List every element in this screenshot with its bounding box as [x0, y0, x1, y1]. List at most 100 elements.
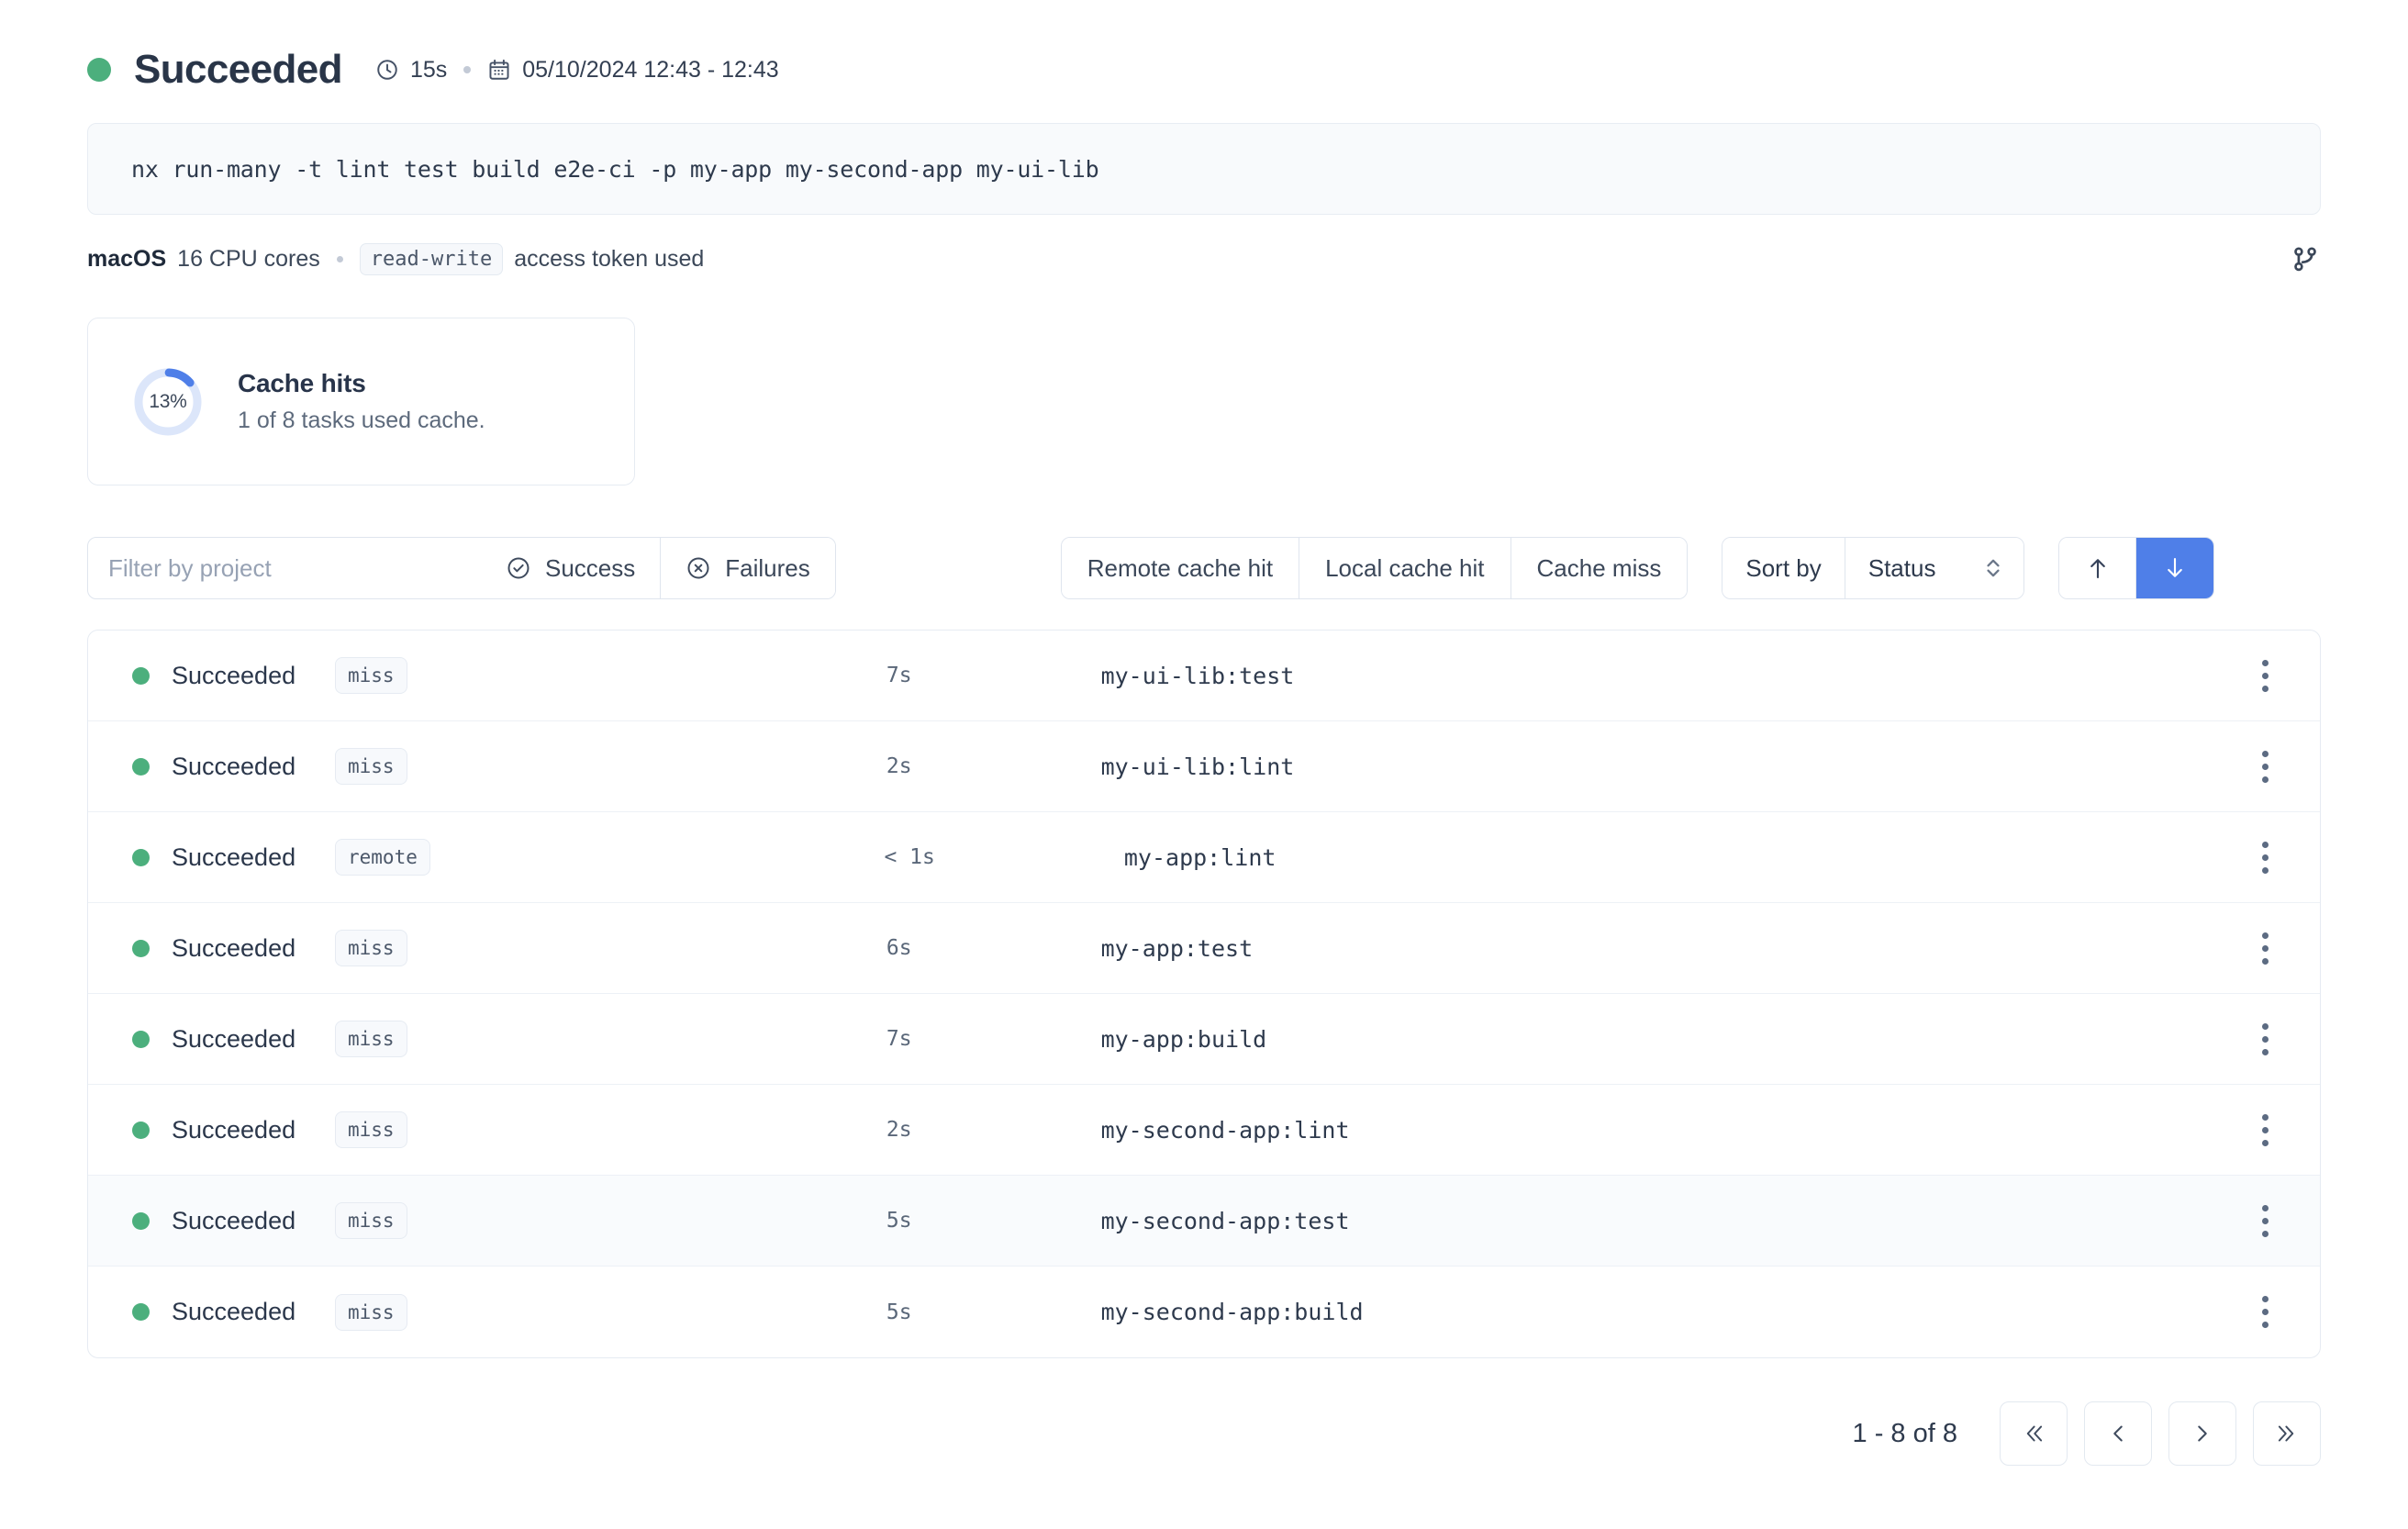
row-menu-button[interactable] [2219, 750, 2311, 783]
task-duration: 5s [886, 1209, 912, 1233]
row-menu-button[interactable] [2219, 1296, 2311, 1328]
chevron-updown-icon [1983, 554, 2003, 582]
task-cache-badge: miss [335, 657, 407, 694]
task-status-dot [132, 939, 150, 957]
chevron-double-right-icon [2273, 1420, 2301, 1447]
pagination-last-button[interactable] [2253, 1401, 2321, 1466]
task-name: my-second-app:test [1100, 1207, 1350, 1234]
task-status-label: Succeeded [172, 1115, 296, 1144]
task-duration: < 1s [884, 845, 935, 869]
filter-failures-label: Failures [725, 553, 810, 582]
task-name: my-second-app:build [1100, 1299, 1364, 1325]
run-duration: 15s [409, 56, 448, 83]
arrow-up-icon [2084, 553, 2112, 583]
task-duration: 5s [886, 1300, 912, 1324]
meta-separator [463, 66, 472, 73]
cache-filter-group: Remote cache hit Local cache hit Cache m… [1060, 537, 1689, 599]
filter-failures-button[interactable]: Failures [661, 538, 835, 598]
task-cache-badge: remote [335, 839, 430, 876]
task-cache-badge: miss [335, 1202, 407, 1239]
table-row[interactable]: Succeeded miss 7s my-app:build [88, 994, 2320, 1085]
task-status-label: Succeeded [172, 1298, 296, 1325]
task-name: my-second-app:lint [1100, 1116, 1350, 1144]
task-status-label: Succeeded [172, 1024, 296, 1053]
table-row[interactable]: Succeeded miss 5s my-second-app:test [88, 1176, 2320, 1267]
filter-success-button[interactable]: Success [481, 538, 662, 598]
task-cache-badge: miss [335, 1111, 407, 1148]
table-row[interactable]: Succeeded remote < 1s my-app:lint [88, 812, 2320, 903]
chevron-right-icon [2189, 1420, 2216, 1447]
filter-local-cache-hit-label: Local cache hit [1325, 553, 1485, 582]
task-status-dot [132, 757, 150, 776]
run-datetime: 05/10/2024 12:43 - 12:43 [522, 56, 779, 83]
table-row[interactable]: Succeeded miss 5s my-second-app:build [88, 1267, 2320, 1357]
task-status-label: Succeeded [172, 661, 296, 689]
pagination-prev-button[interactable] [2084, 1401, 2152, 1466]
sort-descending-button[interactable] [2136, 538, 2214, 598]
more-vertical-icon [2261, 1113, 2269, 1146]
chevron-double-left-icon [2020, 1420, 2047, 1447]
task-cache-badge: miss [335, 748, 407, 785]
task-status-label: Succeeded [172, 843, 296, 871]
more-vertical-icon [2261, 750, 2269, 783]
cache-hits-texts: Cache hits 1 of 8 tasks used cache. [238, 369, 485, 434]
filter-by-project-input[interactable] [88, 538, 481, 598]
task-name: my-app:build [1100, 1025, 1267, 1053]
table-row[interactable]: Succeeded miss 7s my-ui-lib:test [88, 631, 2320, 721]
filter-success-label: Success [545, 553, 636, 582]
pagination-range: 1 - 8 of 8 [1852, 1418, 1957, 1448]
filter-cache-miss-label: Cache miss [1536, 553, 1662, 582]
task-status-dot [132, 848, 150, 866]
sort-by-select[interactable]: Status [1845, 538, 2024, 598]
task-status-label: Succeeded [172, 752, 296, 780]
chevron-left-icon [2104, 1420, 2132, 1447]
arrow-down-icon [2161, 553, 2189, 583]
filter-group: Success Failures [87, 537, 836, 599]
pagination-first-button[interactable] [2000, 1401, 2068, 1466]
row-menu-button[interactable] [2219, 1022, 2311, 1055]
sort-ascending-button[interactable] [2059, 538, 2137, 598]
more-vertical-icon [2261, 932, 2269, 965]
run-meta: 15s 05/10/2024 12:43 - 12:43 [375, 57, 779, 84]
cache-hits-subtitle: 1 of 8 tasks used cache. [238, 407, 485, 433]
task-status-dot [132, 1211, 150, 1230]
row-menu-button[interactable] [2219, 659, 2311, 692]
tasks-toolbar: Success Failures Remote cache hit Local … [87, 537, 2321, 599]
cache-hits-percent: 13% [149, 390, 187, 412]
more-vertical-icon [2261, 659, 2269, 692]
run-status-dot [87, 58, 111, 82]
pagination-next-button[interactable] [2168, 1401, 2236, 1466]
table-row[interactable]: Succeeded miss 6s my-app:test [88, 903, 2320, 994]
filter-remote-cache-hit-button[interactable]: Remote cache hit [1061, 538, 1300, 598]
more-vertical-icon [2261, 1296, 2269, 1328]
git-branch-icon[interactable] [2290, 243, 2321, 274]
row-menu-button[interactable] [2219, 932, 2311, 965]
task-name: my-ui-lib:lint [1100, 753, 1295, 780]
task-name: my-ui-lib:test [1100, 662, 1295, 689]
task-name: my-app:lint [1123, 843, 1276, 871]
cache-hits-title: Cache hits [238, 369, 366, 397]
more-vertical-icon [2261, 1022, 2269, 1055]
filter-remote-cache-hit-label: Remote cache hit [1087, 553, 1274, 582]
clock-icon [375, 58, 399, 82]
more-vertical-icon [2261, 1204, 2269, 1237]
cache-hits-donut: 13% [132, 366, 204, 438]
task-duration: 7s [886, 664, 912, 687]
row-menu-button[interactable] [2219, 1204, 2311, 1237]
row-menu-button[interactable] [2219, 1113, 2311, 1146]
sort-by-label: Sort by [1722, 538, 1845, 598]
run-header: Succeeded 15s 05/10/2024 12:43 - 12:43 [0, 0, 2408, 101]
task-status-label: Succeeded [172, 1206, 296, 1234]
filter-local-cache-hit-button[interactable]: Local cache hit [1299, 538, 1511, 598]
access-token-label: access token used [514, 245, 705, 272]
table-row[interactable]: Succeeded miss 2s my-second-app:lint [88, 1085, 2320, 1176]
task-cache-badge: miss [335, 1021, 407, 1057]
cache-hits-card: 13% Cache hits 1 of 8 tasks used cache. [87, 318, 635, 485]
task-status-label: Succeeded [172, 933, 296, 962]
calendar-icon [487, 58, 511, 82]
filter-cache-miss-button[interactable]: Cache miss [1511, 538, 1688, 598]
row-menu-button[interactable] [2219, 841, 2311, 874]
table-row[interactable]: Succeeded miss 2s my-ui-lib:lint [88, 721, 2320, 812]
task-cache-badge: miss [335, 1293, 407, 1331]
task-status-dot [132, 666, 150, 685]
